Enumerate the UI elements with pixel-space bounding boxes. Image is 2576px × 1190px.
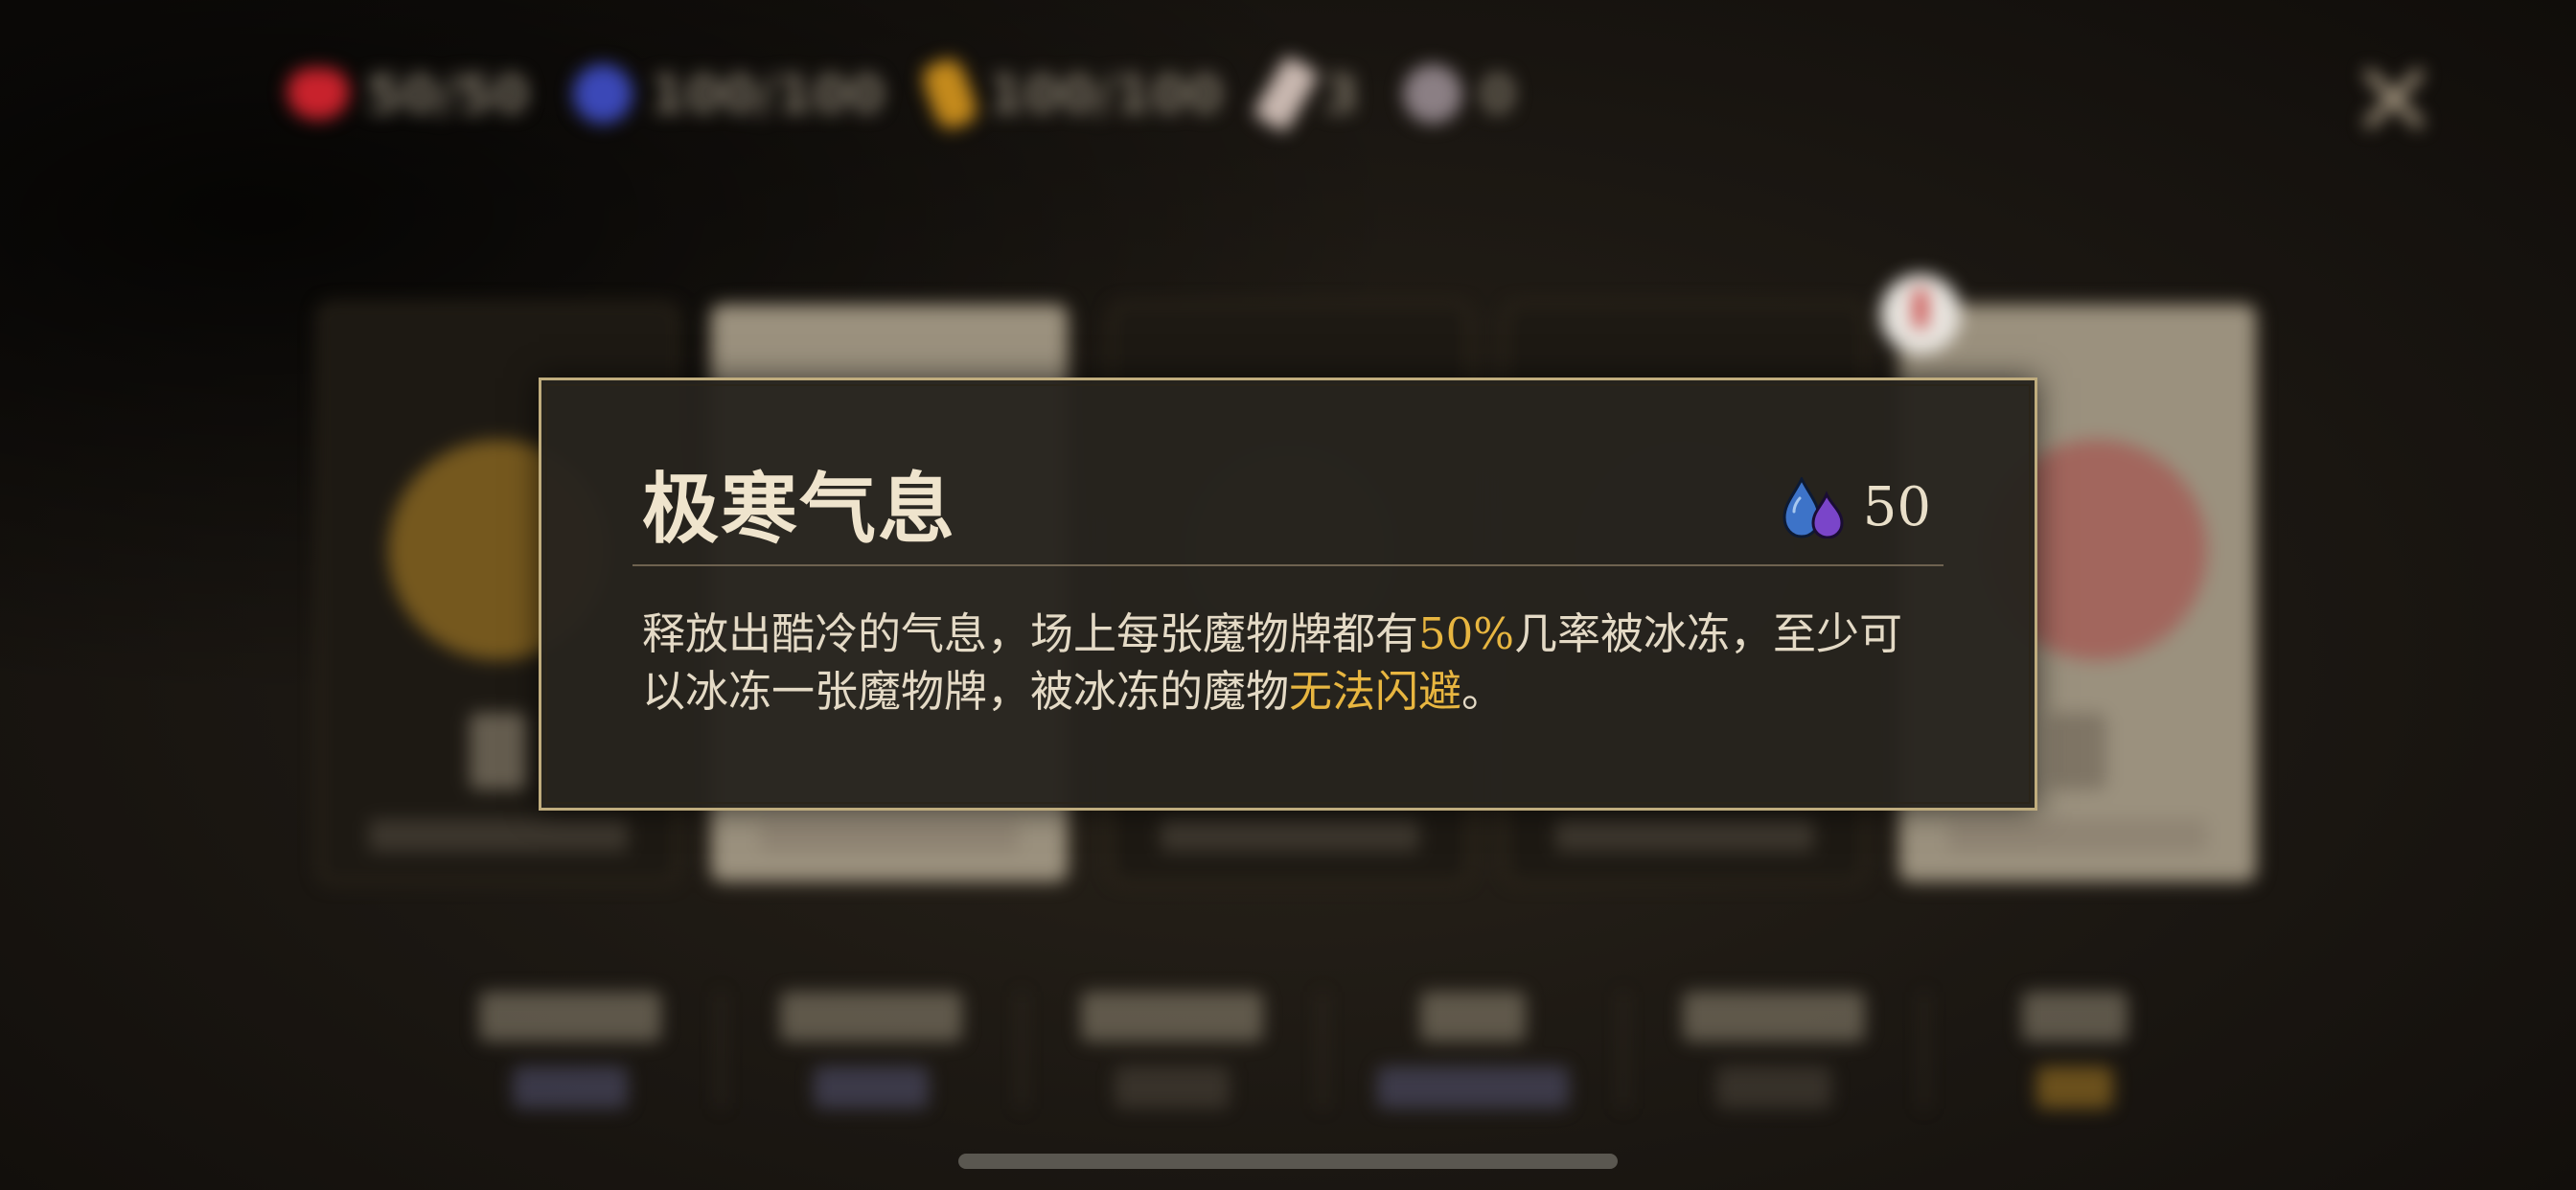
skill-slot[interactable] xyxy=(723,992,1024,1109)
card-number xyxy=(470,713,527,790)
mana-icon xyxy=(573,64,633,124)
close-icon[interactable]: ✕ xyxy=(2350,48,2438,153)
potion-icon xyxy=(1253,54,1321,134)
skull-stat: 0 xyxy=(1402,63,1516,125)
desc-part: 。 xyxy=(1461,666,1506,717)
energy-stat: 100/100 xyxy=(918,55,1224,133)
desc-highlight-effect: 无法闪避 xyxy=(1289,666,1462,717)
alert-badge-icon xyxy=(1880,274,1961,355)
skill-slot[interactable] xyxy=(1926,992,2223,1109)
skill-row xyxy=(422,992,2223,1109)
energy-value: 100/100 xyxy=(988,63,1224,125)
skill-description: 释放出酷冷的气息，场上每张魔物牌都有50%几率被冰冻，至少可以冰冻一张魔物牌，被… xyxy=(642,606,1945,721)
desc-highlight-chance: 50% xyxy=(1418,608,1515,659)
card-footer xyxy=(760,819,1019,852)
card-footer xyxy=(1948,819,2207,852)
mana-stat: 100/100 xyxy=(573,64,885,125)
skill-slot[interactable] xyxy=(1024,992,1324,1109)
skull-count: 0 xyxy=(1479,63,1516,125)
skill-cost: 50 xyxy=(1781,475,1931,539)
energy-icon xyxy=(918,55,981,133)
potion-count: 3 xyxy=(1322,63,1359,125)
mana-value: 100/100 xyxy=(650,63,886,125)
skill-slot[interactable] xyxy=(422,992,723,1109)
hp-value: 50/50 xyxy=(366,63,530,125)
home-indicator[interactable] xyxy=(958,1154,1618,1169)
skill-tooltip: 极寒气息 50 释放出酷冷的气息，场上每张魔物牌都有50%几率被冰冻，至少可以冰… xyxy=(539,378,2037,811)
skull-icon xyxy=(1402,64,1462,124)
desc-part: 释放出酷冷的气息，场上每张魔物牌都有 xyxy=(642,608,1419,659)
card-footer xyxy=(1555,819,1814,852)
cost-value: 50 xyxy=(1862,476,1931,538)
mana-drops-icon xyxy=(1781,475,1848,539)
card-number xyxy=(2049,713,2106,790)
skill-slot[interactable] xyxy=(1324,992,1625,1109)
hp-stat: 50/50 xyxy=(288,64,529,125)
skill-slot[interactable] xyxy=(1625,992,1926,1109)
card-footer xyxy=(369,819,628,852)
divider xyxy=(632,564,1944,566)
potion-stat: 3 xyxy=(1253,54,1359,134)
card-footer xyxy=(1161,819,1419,852)
skill-title: 极寒气息 xyxy=(642,464,956,554)
status-bar: 50/50 100/100 100/100 3 0 xyxy=(288,54,1516,134)
heart-icon xyxy=(288,68,349,120)
